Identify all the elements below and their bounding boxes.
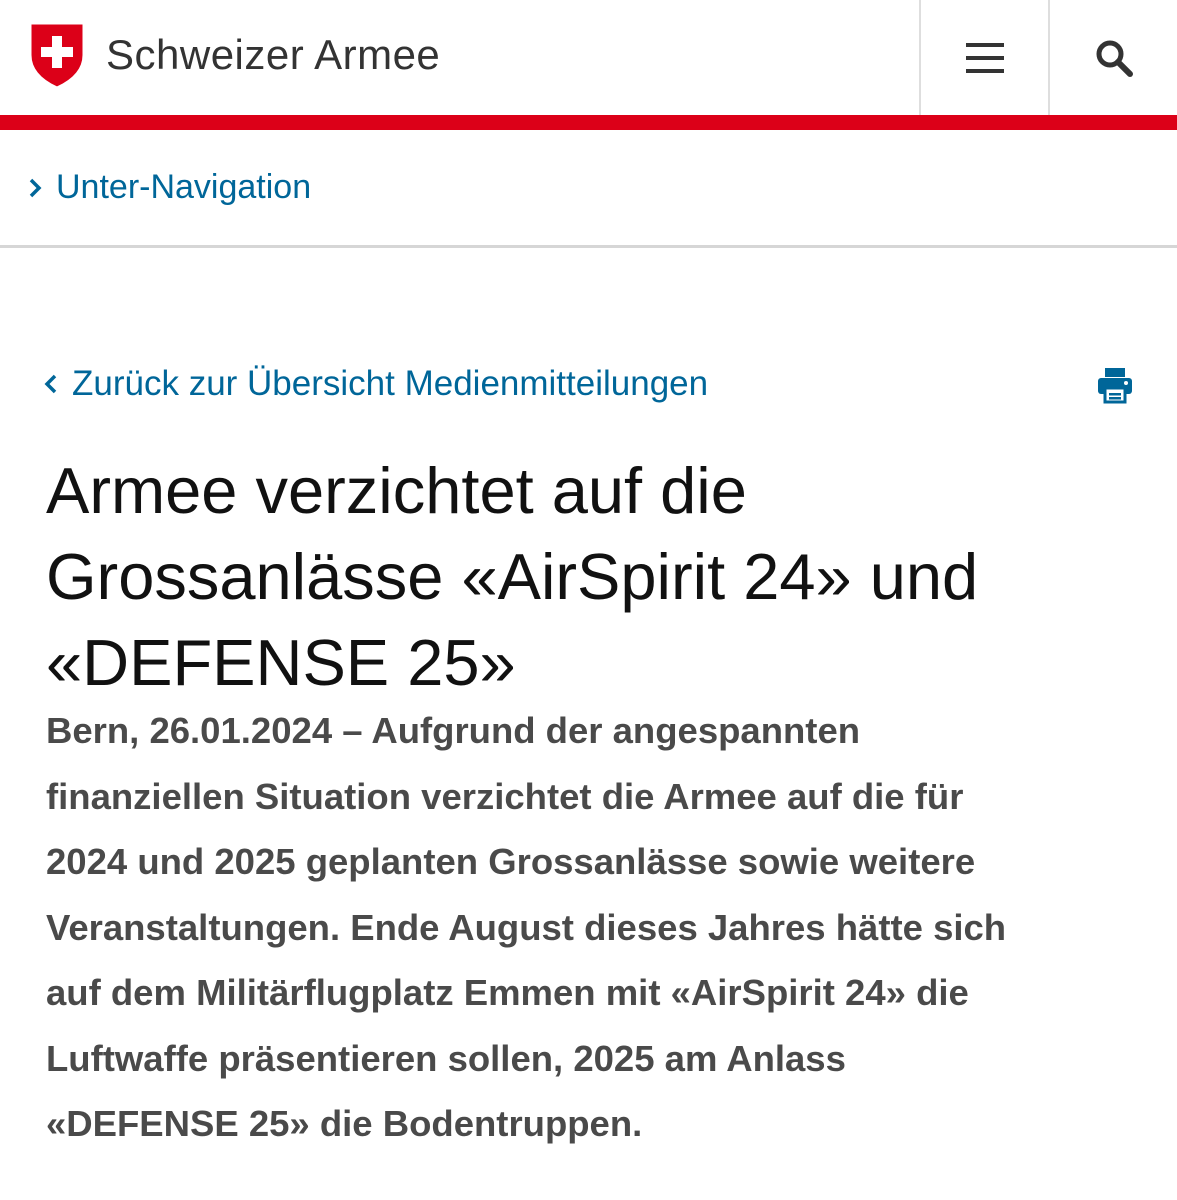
title-line: «DEFENSE 25» xyxy=(46,626,516,699)
lead-line: auf dem Militärflugplatz Emmen mit «AirS… xyxy=(46,972,969,1013)
title-line: Armee verzichtet auf die xyxy=(46,454,747,527)
chevron-left-icon xyxy=(44,374,57,394)
back-to-overview-link[interactable]: Zurück zur Übersicht Medienmitteilungen xyxy=(44,358,708,410)
search-icon xyxy=(1096,40,1133,77)
print-button[interactable] xyxy=(1096,366,1134,404)
hamburger-menu-icon xyxy=(965,42,1004,73)
lead-line: Luftwaffe präsentieren sollen, 2025 am A… xyxy=(46,1037,846,1079)
search-button[interactable] xyxy=(1050,0,1177,115)
lead-line: finanziellen Situation verzichtet die Ar… xyxy=(46,775,964,817)
page-title: Armee verzichtet auf die Grossanlässe «A… xyxy=(46,448,1146,706)
site-header: Schweizer Armee xyxy=(0,0,1177,115)
sub-navigation-label: Unter-Navigation xyxy=(56,168,312,206)
menu-button[interactable] xyxy=(921,0,1048,115)
lead-line: 2024 und 2025 geplanten Grossanlässe sow… xyxy=(46,841,976,882)
site-name: Schweizer Armee xyxy=(106,31,441,78)
article-lead: Bern, 26.01.2024 – Aufgrund der angespan… xyxy=(46,698,1156,1157)
site-logo-link[interactable]: Schweizer Armee xyxy=(28,20,440,90)
chevron-right-icon xyxy=(29,178,42,197)
printer-icon xyxy=(1098,368,1132,404)
lead-line: Bern, 26.01.2024 – Aufgrund der angespan… xyxy=(46,710,861,751)
back-link-label: Zurück zur Übersicht Medienmitteilungen xyxy=(72,364,709,403)
title-line: Grossanlässe «AirSpirit 24» und xyxy=(46,540,979,613)
lead-line: «DEFENSE 25» die Bodentruppen. xyxy=(46,1103,643,1144)
swiss-shield-icon xyxy=(30,23,84,88)
lead-line: Veranstaltungen. Ende August dieses Jahr… xyxy=(46,906,1007,948)
accent-bar xyxy=(0,115,1177,130)
sub-navigation-toggle[interactable]: Unter-Navigation xyxy=(0,130,1177,248)
